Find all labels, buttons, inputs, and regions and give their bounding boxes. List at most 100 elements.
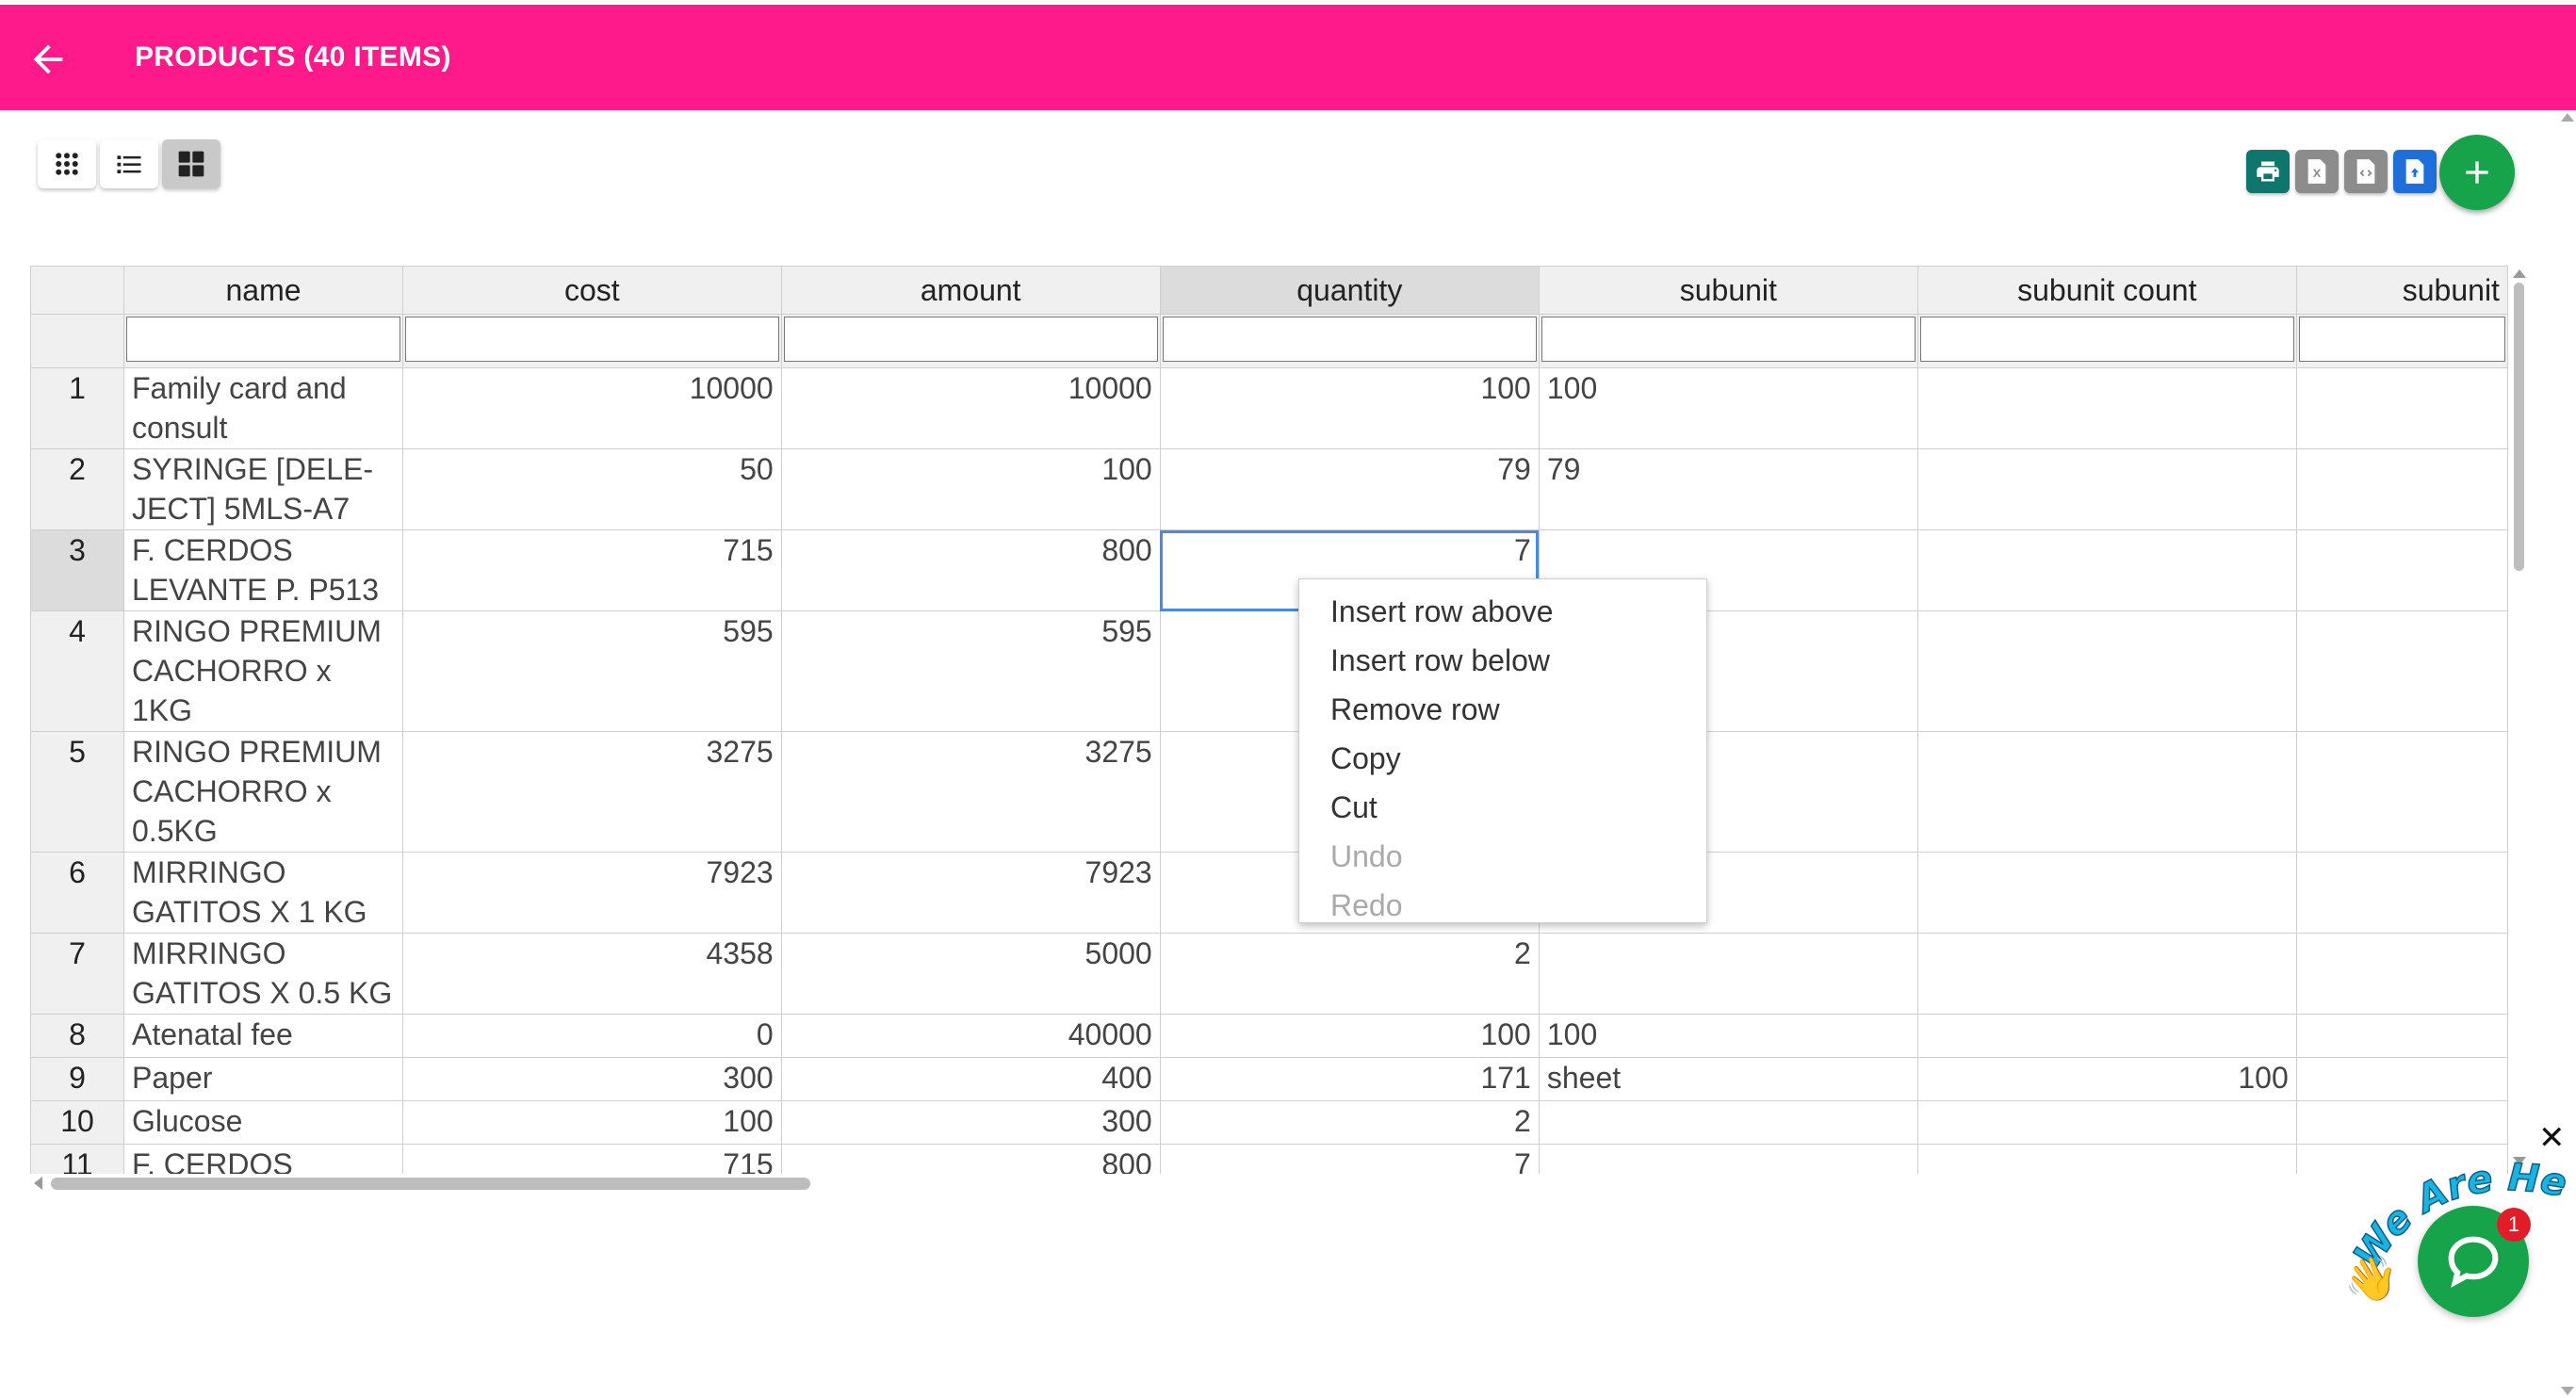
cell-subunit-2[interactable] [2295,1014,2508,1058]
cell-amount[interactable]: 40000 [780,1014,1161,1058]
vertical-scrollbar[interactable] [2514,283,2524,571]
row-number[interactable]: 9 [30,1057,124,1101]
cell-subunit-count[interactable] [1916,1100,2297,1145]
cell-subunit-count[interactable] [1916,610,2297,732]
cell-subunit-count[interactable] [1916,731,2297,853]
cell-subunit-2[interactable] [2295,1057,2508,1101]
view-grid-dots-button[interactable] [38,139,96,188]
cell-subunit-2[interactable] [2295,933,2508,1015]
cell-quantity[interactable]: 171 [1159,1057,1540,1101]
cell-subunit-2[interactable] [2295,448,2508,530]
cell-subunit-count[interactable] [1916,933,2297,1015]
cell-name[interactable]: F. CERDOS LEVANTE P. P513 [122,529,404,611]
cell-quantity[interactable]: 100 [1159,367,1540,449]
cell-cost[interactable]: 50 [402,448,782,530]
cell-amount[interactable]: 800 [780,529,1161,611]
cell-amount[interactable]: 595 [780,610,1161,732]
cell-quantity[interactable]: 100 [1159,1014,1540,1058]
cell-amount[interactable]: 100 [780,448,1161,530]
cell-subunit-count[interactable] [1916,367,2297,449]
horizontal-scrollbar[interactable] [51,1178,810,1190]
scroll-up-arrow[interactable] [2513,269,2526,278]
cell-subunit-2[interactable] [2295,731,2508,853]
row-number[interactable]: 7 [30,933,124,1015]
corner-cell[interactable] [30,266,124,315]
cell-quantity[interactable]: 2 [1159,933,1540,1015]
cell-name[interactable]: F. CERDOS [122,1144,404,1174]
row-number[interactable]: 2 [30,448,124,530]
close-icon[interactable]: ✕ [2538,1122,2566,1154]
filter-subunit-count-input[interactable] [1919,317,2294,362]
cell-quantity[interactable]: 79 [1159,448,1540,530]
column-header-quantity[interactable]: quantity [1159,266,1540,315]
filter-subunit-input[interactable] [1541,317,1916,362]
cell-amount[interactable]: 300 [780,1100,1161,1145]
cell-cost[interactable]: 715 [402,529,782,611]
cell-subunit[interactable] [1538,1144,1918,1174]
cell-amount[interactable]: 800 [780,1144,1161,1174]
cell-quantity[interactable]: 7 [1159,1144,1540,1174]
cell-subunit-2[interactable] [2295,529,2508,611]
filter-subunit-2-input[interactable] [2298,317,2505,362]
cell-amount[interactable]: 10000 [780,367,1161,449]
column-header-amount[interactable]: amount [780,266,1161,315]
cell-cost[interactable]: 0 [402,1014,782,1058]
cell-name[interactable]: MIRRINGO GATITOS X 0.5 KG [122,933,404,1015]
print-button[interactable] [2246,150,2290,193]
menu-item-insert-row-below[interactable]: Insert row below [1299,636,1706,685]
cell-amount[interactable]: 7923 [780,852,1161,934]
row-number[interactable]: 5 [30,731,124,853]
cell-subunit-count[interactable]: 100 [1916,1057,2297,1101]
row-number[interactable]: 3 [30,529,124,611]
row-number[interactable]: 8 [30,1014,124,1058]
row-number[interactable]: 11 [30,1144,124,1174]
cell-amount[interactable]: 5000 [780,933,1161,1015]
menu-item-cut[interactable]: Cut [1299,783,1706,832]
cell-cost[interactable]: 100 [402,1100,782,1145]
cell-subunit-count[interactable] [1916,448,2297,530]
cell-subunit-count[interactable] [1916,852,2297,934]
page-scroll-down-arrow[interactable] [2561,1387,2574,1395]
cell-name[interactable]: MIRRINGO GATITOS X 1 KG [122,852,404,934]
cell-name[interactable]: Family card and consult [122,367,404,449]
cell-cost[interactable]: 10000 [402,367,782,449]
row-number[interactable]: 10 [30,1100,124,1145]
cell-quantity[interactable]: 2 [1159,1100,1540,1145]
back-button[interactable] [26,38,79,83]
cell-name[interactable]: Glucose [122,1100,404,1145]
cell-name[interactable]: Atenatal fee [122,1014,404,1058]
cell-name[interactable]: Paper [122,1057,404,1101]
filter-quantity-input[interactable] [1162,317,1537,362]
filter-name-input[interactable] [126,317,401,362]
cell-cost[interactable]: 595 [402,610,782,732]
cell-cost[interactable]: 300 [402,1057,782,1101]
cell-subunit[interactable]: sheet [1538,1057,1918,1101]
row-number[interactable]: 6 [30,852,124,934]
menu-item-remove-row[interactable]: Remove row [1299,685,1706,734]
add-product-button[interactable] [2439,135,2515,210]
cell-subunit-2[interactable] [2295,367,2508,449]
cell-subunit[interactable]: 100 [1538,367,1918,449]
cell-subunit-count[interactable] [1916,1144,2297,1174]
cell-cost[interactable]: 715 [402,1144,782,1174]
view-grid-squares-button[interactable] [162,139,220,188]
page-scroll-up-arrow[interactable] [2561,113,2574,122]
cell-cost[interactable]: 3275 [402,731,782,853]
cell-name[interactable]: RINGO PREMIUM CACHORRO x 0.5KG [122,731,404,853]
filter-amount-input[interactable] [783,317,1158,362]
view-list-button[interactable] [100,139,158,188]
cell-amount[interactable]: 400 [780,1057,1161,1101]
export-excel-button[interactable] [2295,150,2339,193]
cell-subunit[interactable] [1538,933,1918,1015]
cell-name[interactable]: RINGO PREMIUM CACHORRO x 1KG [122,610,404,732]
menu-item-copy[interactable]: Copy [1299,734,1706,783]
cell-subunit-2[interactable] [2295,1100,2508,1145]
cell-subunit[interactable]: 100 [1538,1014,1918,1058]
column-header-subunit-count[interactable]: subunit count [1916,266,2297,315]
row-number[interactable]: 4 [30,610,124,732]
column-header-name[interactable]: name [122,266,404,315]
column-header-cost[interactable]: cost [402,266,782,315]
filter-cost-input[interactable] [405,317,779,362]
column-header-subunit-2[interactable]: subunit [2295,266,2508,315]
cell-subunit-count[interactable] [1916,1014,2297,1058]
